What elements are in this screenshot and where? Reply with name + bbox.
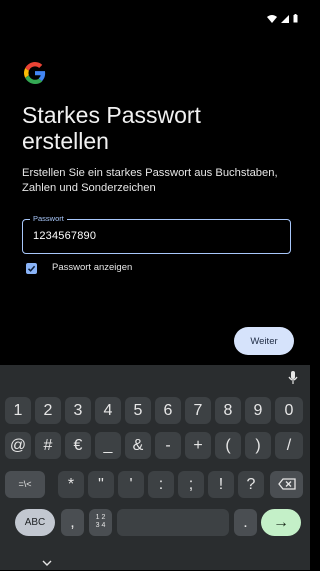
page-subtitle: Erstellen Sie ein starkes Passwort aus B… bbox=[22, 167, 278, 194]
key-asterisk[interactable]: * bbox=[58, 471, 84, 498]
key-euro[interactable]: € bbox=[65, 432, 91, 459]
google-logo-icon bbox=[24, 62, 46, 84]
hide-keyboard-icon[interactable] bbox=[42, 553, 52, 571]
key-1[interactable]: 1 bbox=[5, 397, 31, 424]
key-slash[interactable]: / bbox=[275, 432, 303, 459]
key-close-paren[interactable]: ) bbox=[245, 432, 271, 459]
fraction-key[interactable]: 1 2 3 4 bbox=[89, 509, 112, 536]
key-3[interactable]: 3 bbox=[65, 397, 91, 424]
show-password-label[interactable]: Passwort anzeigen bbox=[52, 262, 132, 273]
key-0[interactable]: 0 bbox=[275, 397, 303, 424]
password-field[interactable]: Passwort 1234567890 bbox=[22, 213, 291, 254]
key-2[interactable]: 2 bbox=[35, 397, 61, 424]
key-single-quote[interactable]: ' bbox=[118, 471, 144, 498]
key-8[interactable]: 8 bbox=[215, 397, 241, 424]
status-bar bbox=[0, 0, 310, 30]
comma-key[interactable]: , bbox=[61, 509, 84, 536]
password-input[interactable]: 1234567890 bbox=[33, 230, 96, 242]
key-hash[interactable]: # bbox=[35, 432, 61, 459]
key-7[interactable]: 7 bbox=[185, 397, 211, 424]
password-field-label: Passwort bbox=[30, 213, 67, 225]
next-button[interactable]: Weiter bbox=[234, 327, 294, 355]
check-icon bbox=[27, 265, 36, 272]
key-at[interactable]: @ bbox=[5, 432, 31, 459]
keyboard: 1 2 3 4 5 6 7 8 9 0 @ # € _ & - + ( ) / … bbox=[0, 365, 310, 570]
key-exclamation[interactable]: ! bbox=[208, 471, 234, 498]
key-plus[interactable]: + bbox=[185, 432, 211, 459]
wifi-icon bbox=[267, 14, 277, 23]
key-double-quote[interactable]: " bbox=[88, 471, 114, 498]
battery-icon bbox=[293, 14, 298, 23]
key-6[interactable]: 6 bbox=[155, 397, 181, 424]
backspace-icon bbox=[277, 478, 296, 490]
key-semicolon[interactable]: ; bbox=[178, 471, 204, 498]
key-underscore[interactable]: _ bbox=[95, 432, 121, 459]
fraction-key-bottom: 3 4 bbox=[95, 522, 106, 529]
abc-key[interactable]: ABC bbox=[15, 509, 55, 536]
period-key[interactable]: . bbox=[234, 509, 257, 536]
show-password-checkbox[interactable] bbox=[26, 263, 37, 274]
microphone-icon[interactable] bbox=[288, 371, 298, 390]
key-colon[interactable]: : bbox=[148, 471, 174, 498]
key-question[interactable]: ? bbox=[238, 471, 264, 498]
key-more-symbols[interactable]: =\< bbox=[5, 471, 45, 498]
space-key[interactable] bbox=[117, 509, 229, 536]
key-4[interactable]: 4 bbox=[95, 397, 121, 424]
key-open-paren[interactable]: ( bbox=[215, 432, 241, 459]
key-9[interactable]: 9 bbox=[245, 397, 271, 424]
key-5[interactable]: 5 bbox=[125, 397, 151, 424]
enter-key[interactable]: → bbox=[261, 509, 301, 536]
key-ampersand[interactable]: & bbox=[125, 432, 151, 459]
signal-icon bbox=[281, 14, 289, 23]
fraction-key-top: 1 2 bbox=[95, 514, 106, 521]
backspace-key[interactable] bbox=[270, 471, 303, 498]
key-minus[interactable]: - bbox=[155, 432, 181, 459]
page-title: Starkes Passwort erstellen bbox=[22, 102, 201, 154]
